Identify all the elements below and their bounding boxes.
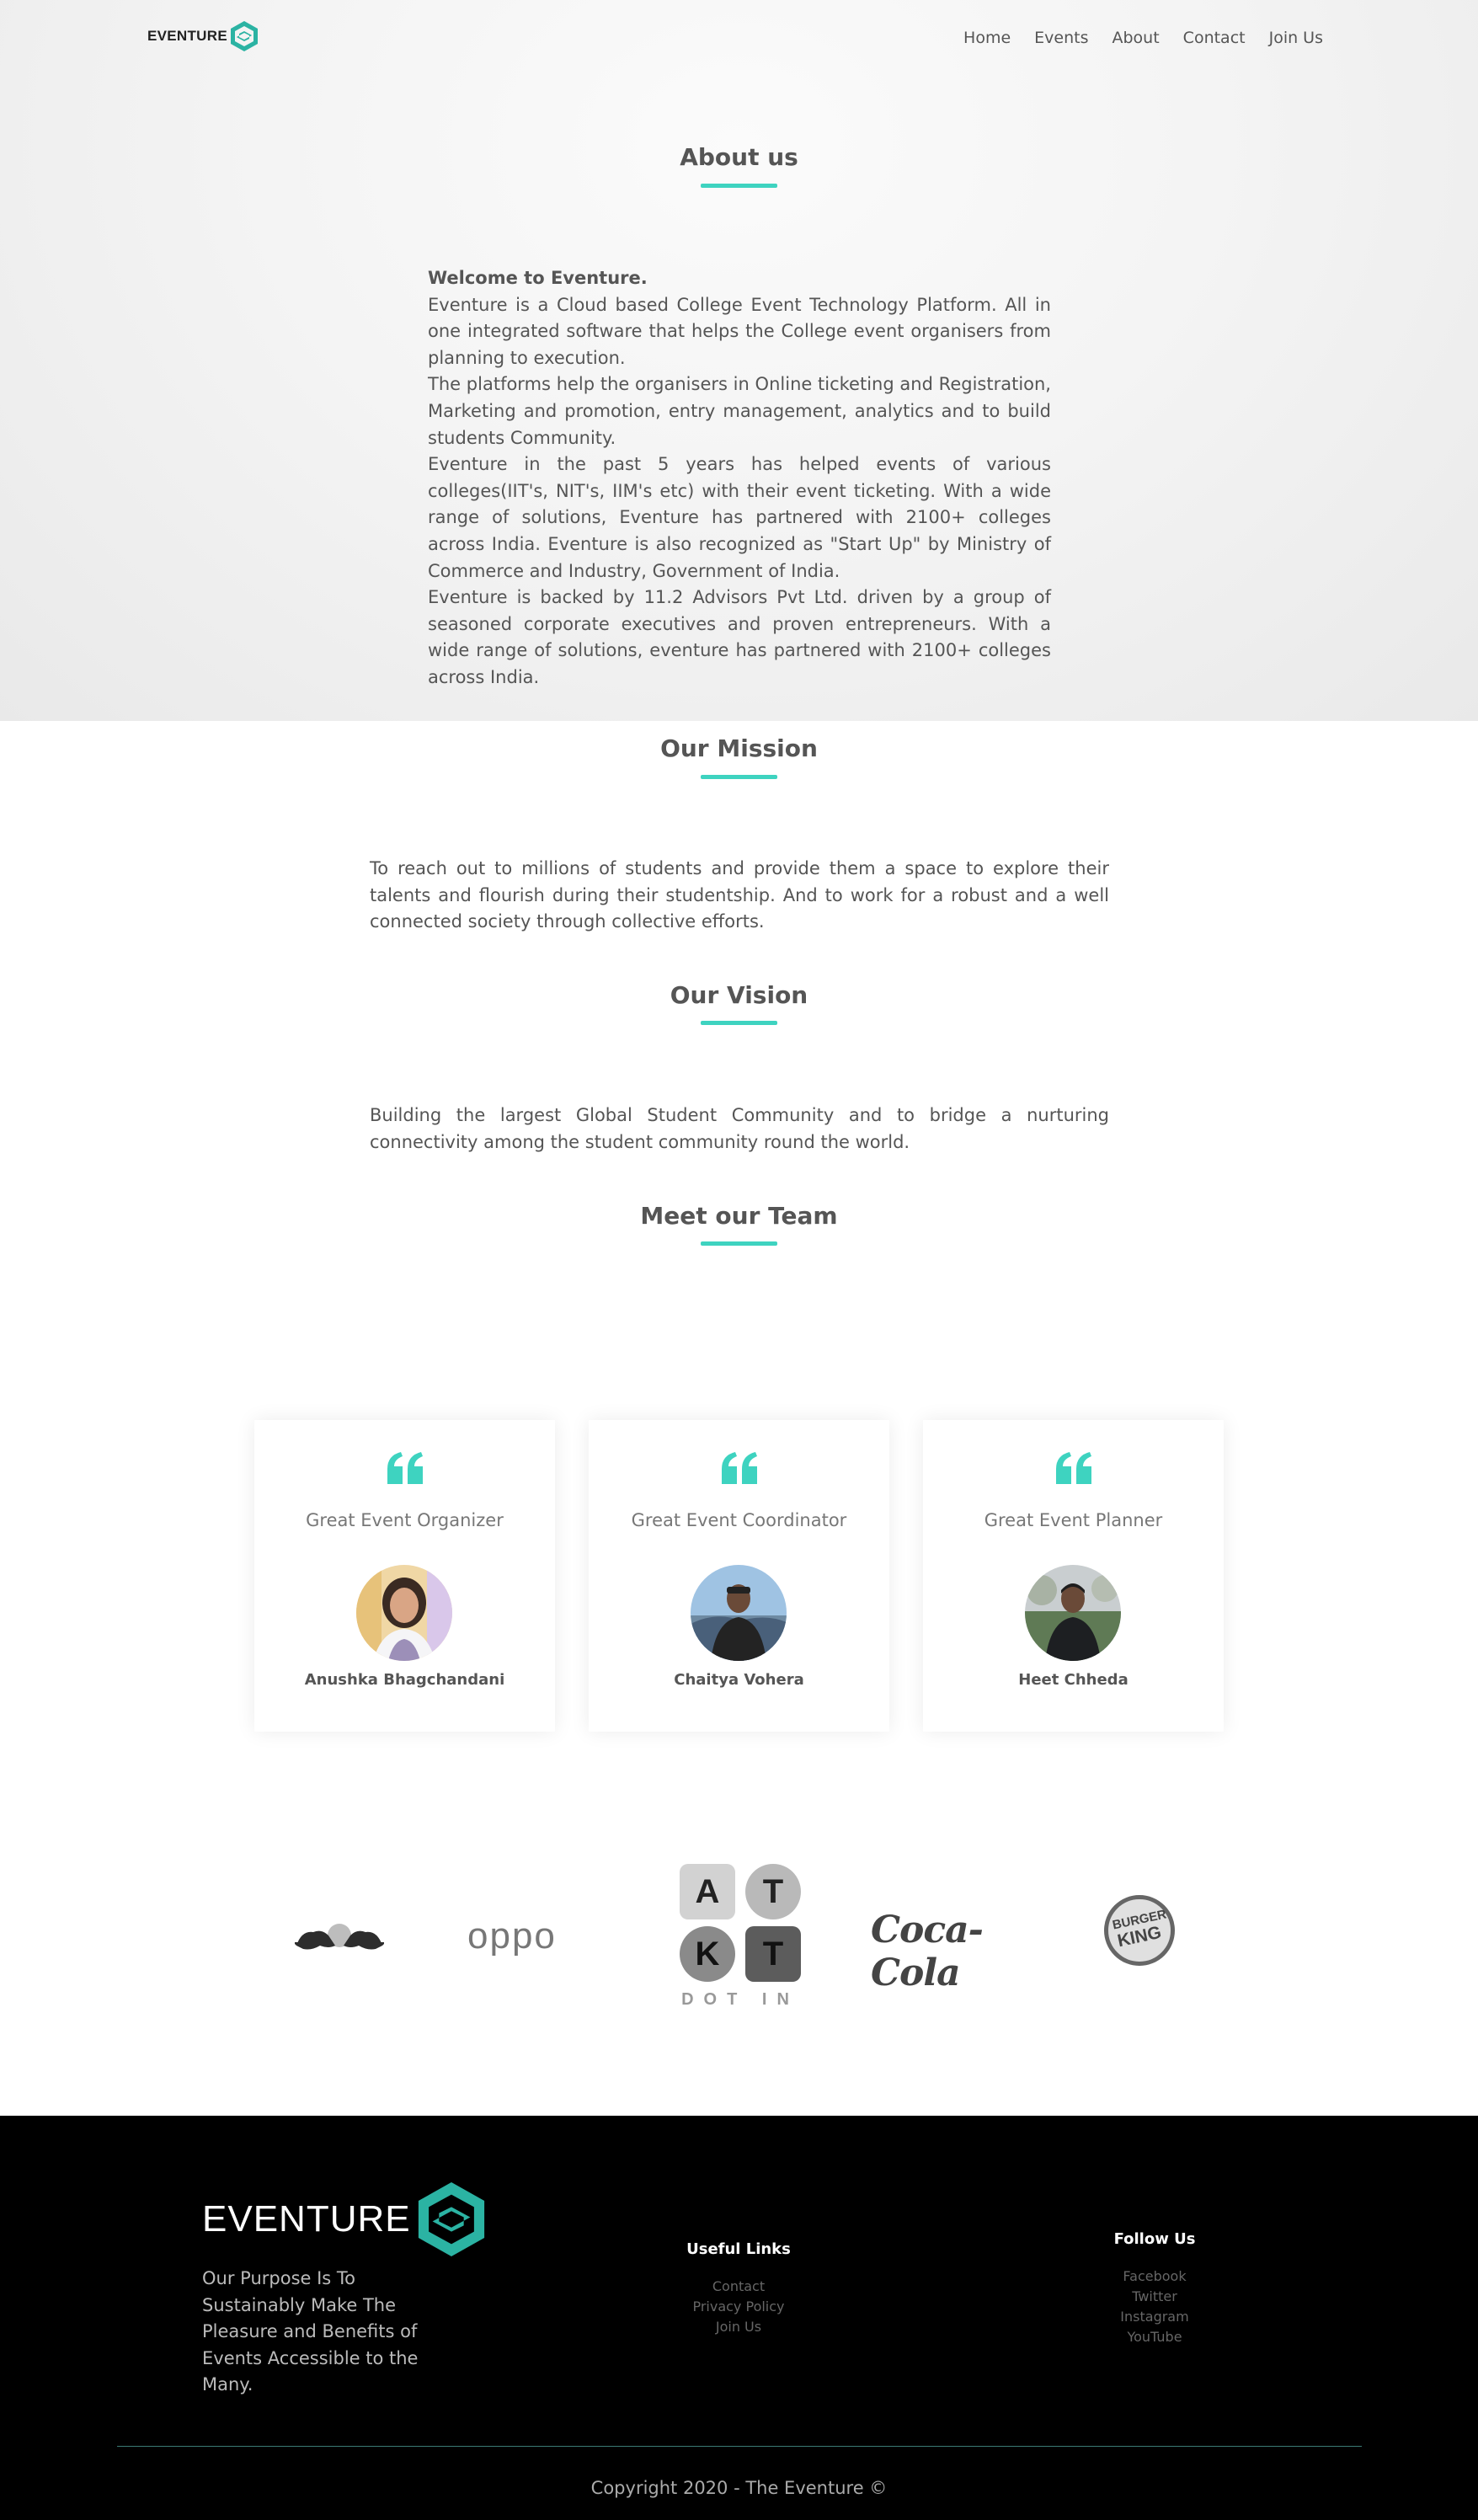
oppo-logo: oppo [467, 1915, 557, 1957]
team-name: Chaitya Vohera [674, 1671, 804, 1689]
team-name: Heet Chheda [1018, 1671, 1129, 1689]
footer-link-instagram[interactable]: Instagram [1070, 2307, 1239, 2327]
about-paragraph: The platforms help the organisers in Onl… [428, 374, 1051, 448]
logo-mark-icon [418, 2182, 484, 2256]
footer-link-join-us[interactable]: Join Us [654, 2317, 823, 2337]
atkt-tile: T [745, 1864, 801, 1919]
footer-link-privacy[interactable]: Privacy Policy [654, 2297, 823, 2317]
footer-logo-text: EVENTURE [202, 2198, 411, 2240]
follow-us: Follow Us Facebook Twitter Instagram You… [1070, 2230, 1239, 2347]
mission-title: Our Mission [660, 734, 818, 762]
team-card: Great Event Coordinator Chaitya Vohera [589, 1420, 889, 1732]
about-paragraph: Eventure is backed by 11.2 Advisors Pvt … [428, 587, 1051, 687]
atkt-tile: A [680, 1864, 735, 1919]
team-card: Great Event Planner Heet Chheda [923, 1420, 1224, 1732]
nav-about[interactable]: About [1112, 29, 1159, 47]
vision-title: Our Vision [670, 981, 808, 1009]
nav-contact[interactable]: Contact [1183, 29, 1246, 47]
avatar [356, 1565, 452, 1661]
nav-events[interactable]: Events [1034, 29, 1088, 47]
footer-link-facebook[interactable]: Facebook [1070, 2266, 1239, 2287]
quote-icon [589, 1452, 889, 1486]
logo-text: EVENTURE [147, 28, 227, 44]
about-section: EVENTURE Home Events About Contact Join … [0, 0, 1478, 721]
mission-text: To reach out to millions of students and… [370, 858, 1109, 932]
atkt-dot-in-logo: A T K T DOT IN [680, 1864, 801, 2011]
red-bull-logo [295, 1924, 384, 1950]
vision-text: Building the largest Global Student Comm… [370, 1105, 1109, 1152]
footer-purpose: Our Purpose Is To Sustainably Make The P… [202, 2268, 419, 2395]
nav-join-us[interactable]: Join Us [1269, 29, 1323, 47]
quote-icon [254, 1452, 555, 1486]
copyright: Copyright 2020 - The Eventure © [590, 2478, 888, 2498]
site-logo[interactable]: EVENTURE [147, 20, 259, 52]
about-welcome: Welcome to Eventure. [428, 268, 648, 288]
about-paragraph: Eventure is a Cloud based College Event … [428, 294, 1051, 368]
footer-link-twitter[interactable]: Twitter [1070, 2287, 1239, 2307]
about-title-underline [701, 184, 777, 188]
useful-links-title: Useful Links [686, 2240, 791, 2258]
quote-icon [923, 1452, 1224, 1486]
team-role: Great Event Organizer [306, 1510, 504, 1530]
team-role: Great Event Coordinator [631, 1510, 847, 1530]
avatar [691, 1565, 787, 1661]
sponsor-logos: oppo A T K T DOT IN Coca-Cola BURGER KIN… [0, 1853, 1478, 2021]
nav-home[interactable]: Home [963, 29, 1011, 47]
atkt-caption: DOT IN [681, 1990, 799, 2009]
team-card: Great Event Organizer Anushka Bhagchanda… [254, 1420, 555, 1732]
vision-title-underline [701, 1021, 777, 1025]
team-title: Meet our Team [640, 1202, 838, 1230]
about-body: Welcome to Eventure. Eventure is a Cloud… [428, 265, 1051, 691]
team-title-underline [701, 1241, 777, 1246]
burger-king-logo: BURGER KING [1104, 1895, 1175, 1966]
useful-links: Useful Links Contact Privacy Policy Join… [654, 2240, 823, 2337]
footer-logo[interactable]: EVENTURE [202, 2179, 488, 2260]
team-role: Great Event Planner [984, 1510, 1163, 1530]
atkt-tile: T [745, 1926, 801, 1982]
atkt-tile: K [680, 1926, 735, 1982]
about-paragraph: Eventure in the past 5 years has helped … [428, 454, 1051, 581]
avatar [1025, 1565, 1121, 1661]
mission-title-underline [701, 775, 777, 779]
main-nav: Home Events About Contact Join Us [963, 29, 1323, 47]
site-footer: EVENTURE Our Purpose Is To Sustainably M… [0, 2116, 1478, 2520]
follow-us-title: Follow Us [1113, 2230, 1196, 2248]
about-title: About us [680, 143, 798, 171]
footer-link-contact[interactable]: Contact [654, 2277, 823, 2297]
team-name: Anushka Bhagchandani [304, 1671, 505, 1689]
footer-divider [117, 2446, 1362, 2447]
logo-mark-icon [230, 21, 258, 51]
footer-link-youtube[interactable]: YouTube [1070, 2327, 1239, 2347]
coca-cola-logo: Coca-Cola [871, 1909, 984, 1994]
